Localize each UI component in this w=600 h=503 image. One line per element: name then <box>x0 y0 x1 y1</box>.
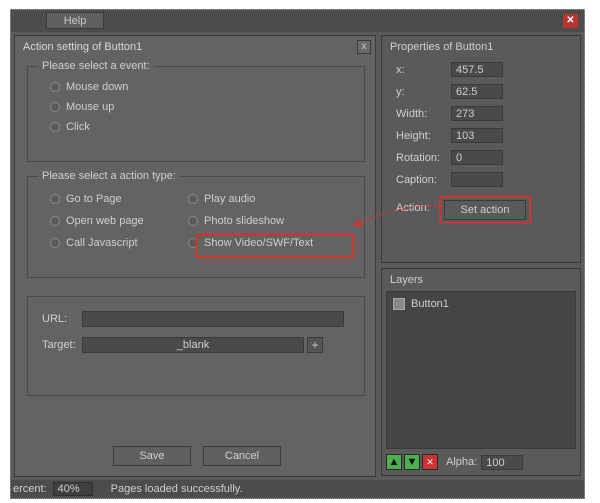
prop-action-row: Action: <box>396 202 451 214</box>
prop-y-row: y:62.5 <box>396 84 503 99</box>
prop-x-row: x:457.5 <box>396 62 503 77</box>
layer-icon <box>393 298 405 310</box>
radio-icon <box>50 102 60 112</box>
radio-icon <box>50 238 60 248</box>
help-menu[interactable]: Help <box>46 12 104 29</box>
radio-label: Click <box>66 121 90 133</box>
radio-show-video-swf-text[interactable]: Show Video/SWF/Text <box>188 237 313 249</box>
radio-icon <box>188 238 198 248</box>
layers-footer: ▲ ▼ ✕ Alpha: 100 <box>386 453 576 471</box>
layers-list[interactable]: Button1 <box>386 291 576 449</box>
status-message: Pages loaded successfully. <box>111 483 243 495</box>
radio-mouse-up[interactable]: Mouse up <box>50 101 114 113</box>
alpha-label: Alpha: <box>446 456 477 468</box>
save-button[interactable]: Save <box>113 446 191 466</box>
prop-width-row: Width:273 <box>396 106 503 121</box>
prop-rotation-label: Rotation: <box>396 152 451 164</box>
prop-caption-row: Caption: <box>396 172 503 187</box>
radio-icon <box>50 82 60 92</box>
action-group-label: Please select a action type: <box>38 170 180 182</box>
radio-icon <box>188 194 198 204</box>
layers-title: Layers <box>390 274 423 286</box>
prop-caption-label: Caption: <box>396 174 451 186</box>
cancel-button[interactable]: Cancel <box>203 446 281 466</box>
radio-label: Show Video/SWF/Text <box>204 237 313 249</box>
radio-call-javascript[interactable]: Call Javascript <box>50 237 138 249</box>
prop-rotation-row: Rotation:0 <box>396 150 503 165</box>
dialog-title: Action setting of Button1 <box>23 41 142 53</box>
radio-label: Mouse down <box>66 81 128 93</box>
target-label: Target: <box>42 339 76 351</box>
layer-item-label: Button1 <box>411 298 449 310</box>
layer-delete-button[interactable]: ✕ <box>422 454 438 470</box>
layer-down-button[interactable]: ▼ <box>404 454 420 470</box>
prop-width-input[interactable]: 273 <box>451 106 503 121</box>
radio-icon <box>50 122 60 132</box>
layer-up-button[interactable]: ▲ <box>386 454 402 470</box>
prop-x-input[interactable]: 457.5 <box>451 62 503 77</box>
radio-open-web-page[interactable]: Open web page <box>50 215 144 227</box>
radio-photo-slideshow[interactable]: Photo slideshow <box>188 215 284 227</box>
layer-item[interactable]: Button1 <box>393 298 449 310</box>
radio-label: Play audio <box>204 193 255 205</box>
target-add-button[interactable]: + <box>307 337 323 353</box>
url-group: URL: Target: _blank + <box>27 296 365 396</box>
radio-label: Go to Page <box>66 193 122 205</box>
dialog-close-button[interactable]: x <box>357 40 371 54</box>
prop-y-input[interactable]: 62.5 <box>451 84 503 99</box>
prop-action-label: Action: <box>396 202 451 214</box>
prop-width-label: Width: <box>396 108 451 120</box>
properties-panel: Properties of Button1 x:457.5 y:62.5 Wid… <box>381 35 581 263</box>
radio-label: Mouse up <box>66 101 114 113</box>
prop-height-input[interactable]: 103 <box>451 128 503 143</box>
action-type-group: Please select a action type: Go to Page … <box>27 176 365 278</box>
alpha-input[interactable]: 100 <box>481 455 523 470</box>
radio-label: Photo slideshow <box>204 215 284 227</box>
url-label: URL: <box>42 313 67 325</box>
prop-caption-input[interactable] <box>451 172 503 187</box>
status-percent-value: 40% <box>53 482 93 496</box>
prop-height-label: Height: <box>396 130 451 142</box>
radio-mouse-down[interactable]: Mouse down <box>50 81 128 93</box>
target-input[interactable]: _blank <box>82 337 304 353</box>
prop-x-label: x: <box>396 64 451 76</box>
layers-panel: Layers Button1 ▲ ▼ ✕ Alpha: 100 <box>381 268 581 476</box>
radio-click[interactable]: Click <box>50 121 90 133</box>
status-percent-label: ercent: <box>13 483 47 495</box>
prop-height-row: Height:103 <box>396 128 503 143</box>
app-frame: Help ✕ Action setting of Button1 x Pleas… <box>10 9 585 499</box>
properties-title: Properties of Button1 <box>390 41 493 53</box>
set-action-button[interactable]: Set action <box>444 200 526 220</box>
prop-rotation-input[interactable]: 0 <box>451 150 503 165</box>
app-close-button[interactable]: ✕ <box>563 14 578 28</box>
prop-y-label: y: <box>396 86 451 98</box>
radio-icon <box>50 194 60 204</box>
radio-icon <box>50 216 60 226</box>
menubar: Help ✕ <box>11 10 584 32</box>
radio-icon <box>188 216 198 226</box>
radio-label: Call Javascript <box>66 237 138 249</box>
status-bar: ercent: 40% Pages loaded successfully. <box>11 480 584 498</box>
radio-label: Open web page <box>66 215 144 227</box>
url-input[interactable] <box>82 311 344 327</box>
radio-play-audio[interactable]: Play audio <box>188 193 255 205</box>
radio-go-to-page[interactable]: Go to Page <box>50 193 122 205</box>
event-group-label: Please select a event: <box>38 60 154 72</box>
action-setting-dialog: Action setting of Button1 x Please selec… <box>14 35 376 477</box>
event-group: Please select a event: Mouse down Mouse … <box>27 66 365 162</box>
